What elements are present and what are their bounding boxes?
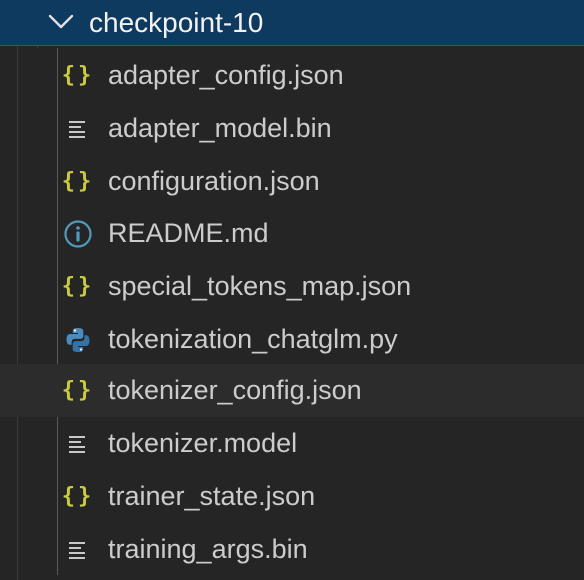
json-braces-icon-glyph: {} — [61, 378, 95, 403]
json-braces-icon: {} — [60, 364, 96, 417]
python-icon — [60, 313, 96, 366]
file-item-tokenizer-model[interactable]: tokenizer.model — [0, 417, 584, 470]
file-item-tokenizer-config-json[interactable]: {} tokenizer_config.json — [0, 364, 584, 417]
file-item-trainer-state-json[interactable]: {} trainer_state.json — [0, 470, 584, 523]
file-name: training_args.bin — [108, 534, 308, 564]
json-braces-icon: {} — [60, 155, 96, 208]
file-item-training-args-bin[interactable]: training_args.bin — [0, 523, 584, 576]
file-item-tokenization-chatglm-py[interactable]: tokenization_chatglm.py — [0, 313, 584, 366]
json-braces-icon-glyph: {} — [61, 63, 95, 88]
file-explorer: checkpoint-10 {} adapter_config.json ada… — [0, 0, 584, 580]
file-name: tokenizer.model — [108, 428, 298, 458]
file-item-configuration-json[interactable]: {} configuration.json — [0, 155, 584, 208]
file-name: trainer_state.json — [108, 481, 316, 511]
file-name: README.md — [108, 218, 269, 248]
file-name: adapter_model.bin — [108, 113, 332, 143]
text-lines-icon — [60, 523, 96, 576]
text-lines-icon — [60, 102, 96, 155]
file-item-adapter-model-bin[interactable]: adapter_model.bin — [0, 102, 584, 155]
folder-name: checkpoint-10 — [89, 7, 264, 38]
file-name: configuration.json — [108, 166, 320, 196]
chevron-down-icon[interactable] — [47, 10, 75, 34]
file-item-adapter-config-json[interactable]: {} adapter_config.json — [0, 49, 584, 102]
file-name: tokenizer_config.json — [108, 375, 362, 405]
json-braces-icon: {} — [60, 260, 96, 313]
json-braces-icon: {} — [60, 49, 96, 102]
file-name: tokenization_chatglm.py — [108, 324, 398, 354]
file-item-readme-md[interactable]: README.md — [0, 207, 584, 260]
json-braces-icon-glyph: {} — [61, 484, 95, 509]
json-braces-icon: {} — [60, 470, 96, 523]
text-lines-icon — [60, 417, 96, 470]
json-braces-icon-glyph: {} — [61, 169, 95, 194]
json-braces-icon-glyph: {} — [61, 274, 95, 299]
file-name: special_tokens_map.json — [108, 271, 412, 301]
file-item-special-tokens-map-json[interactable]: {} special_tokens_map.json — [0, 260, 584, 313]
info-circle-icon — [60, 207, 96, 260]
folder-checkpoint-10[interactable]: checkpoint-10 — [0, 0, 584, 46]
file-name: adapter_config.json — [108, 60, 344, 90]
